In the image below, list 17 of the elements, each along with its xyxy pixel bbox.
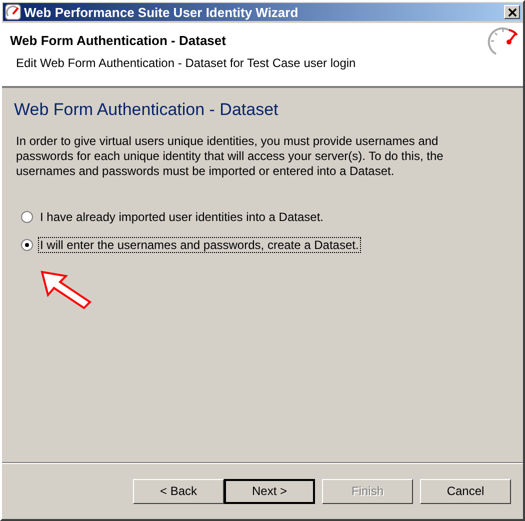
option-label[interactable]: I will enter the usernames and passwords, create a Dataset.	[38, 237, 361, 253]
gauge-icon	[487, 25, 519, 57]
close-button[interactable]	[504, 5, 520, 19]
wizard-button[interactable]: < Back	[133, 478, 224, 504]
radio-button[interactable]	[21, 239, 33, 251]
description-text: In order to give virtual users unique identities, you must provide usernames and passwords for each unique identity that will access your server(s). To do this, the usernames and passwords must be imported or entered into a Dataset.	[16, 134, 444, 179]
wizard-button[interactable]: Cancel	[420, 478, 511, 504]
page-heading: Web Form Authentication - Dataset	[14, 100, 280, 120]
arrow-icon	[40, 270, 94, 310]
option-label[interactable]: I have already imported user identities into a Dataset.	[38, 209, 326, 225]
radio-button[interactable]	[21, 211, 33, 223]
header-title: Web Form Authentication - Dataset	[10, 33, 227, 48]
gauge-icon	[5, 4, 21, 20]
window-title: Web Performance Suite User Identity Wizard	[24, 4, 300, 20]
wizard-button[interactable]: Next >	[224, 478, 315, 504]
header-subtitle: Edit Web Form Authentication - Dataset for Test Case user login	[16, 56, 356, 70]
close-icon	[508, 8, 516, 16]
